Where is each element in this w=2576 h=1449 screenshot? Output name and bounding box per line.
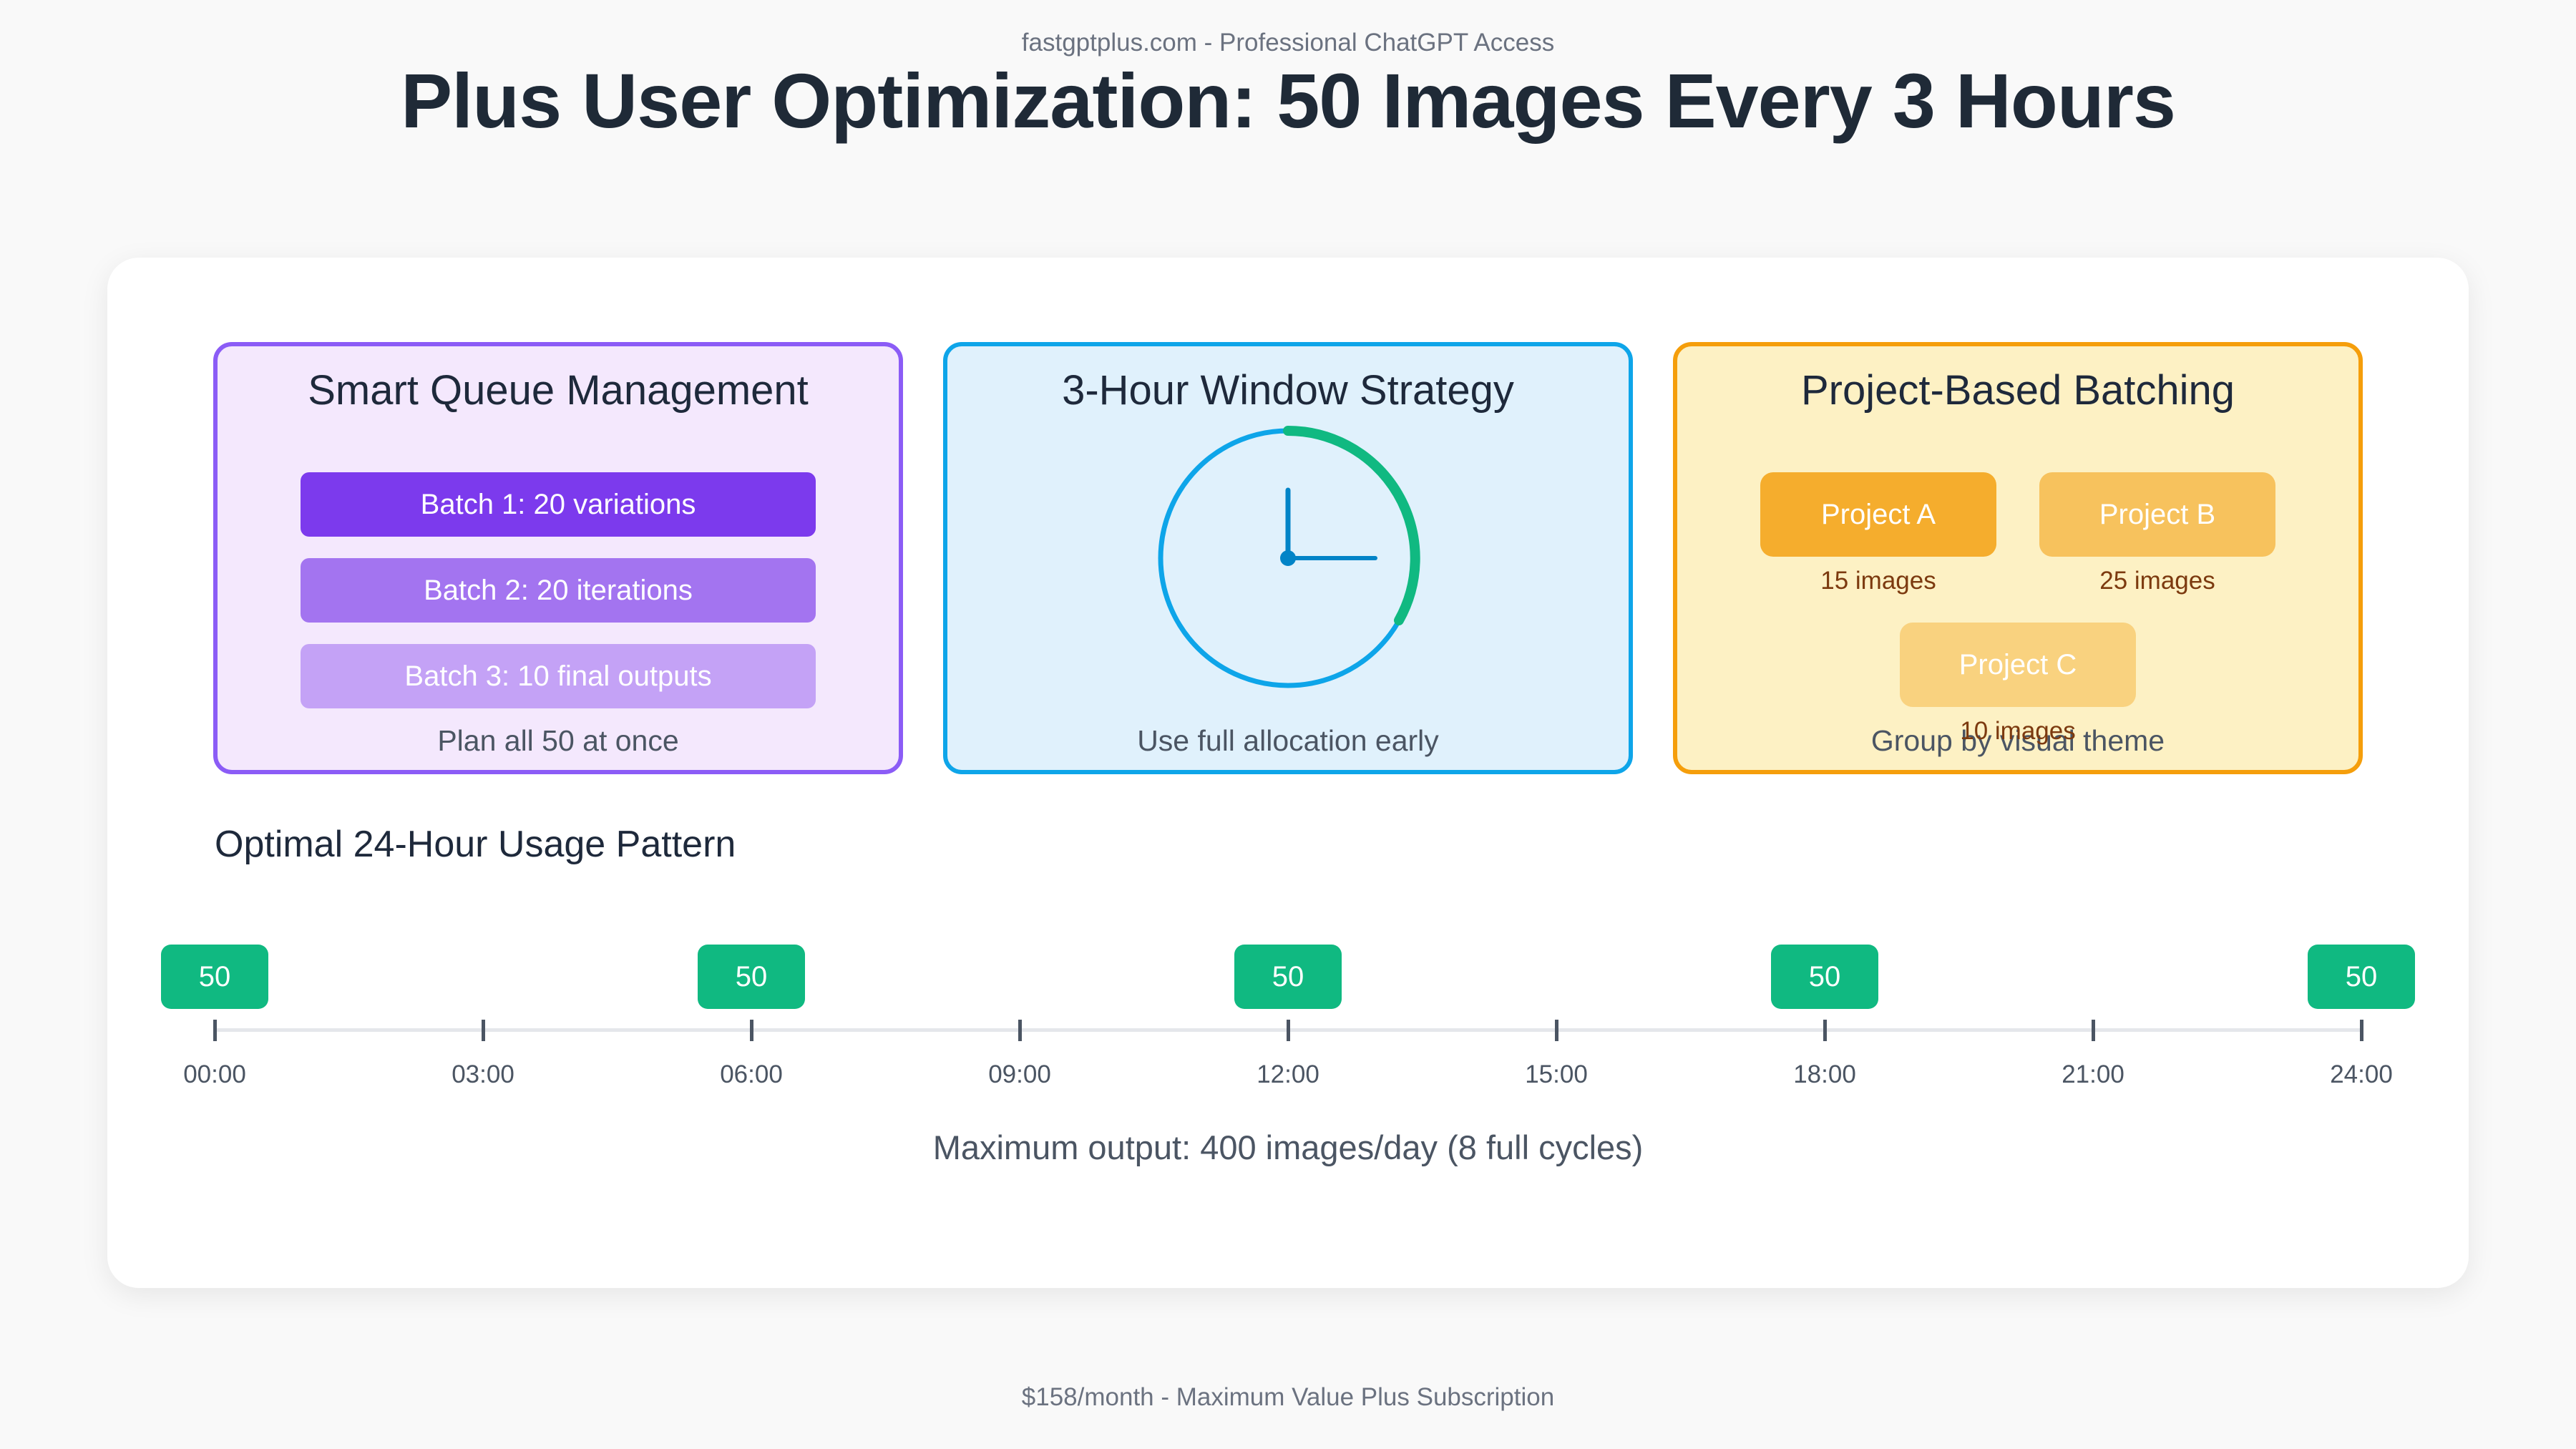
timeline-tick — [1286, 1020, 1290, 1041]
panel-title: Smart Queue Management — [308, 367, 809, 414]
panel-subtitle: Plan all 50 at once — [437, 724, 679, 757]
timeline-tick-label: 15:00 — [1525, 1060, 1588, 1088]
clock-icon — [1158, 426, 1420, 688]
project-a: Project A — [1760, 472, 1996, 557]
timeline-tick-label: 18:00 — [1793, 1060, 1856, 1088]
summary-text: Maximum output: 400 images/day (8 full c… — [932, 1128, 1644, 1166]
timeline-tick — [481, 1020, 485, 1041]
timeline-tick — [2359, 1020, 2363, 1041]
timeline-tick — [749, 1020, 753, 1041]
page-title: Plus User Optimization: 50 Images Every … — [401, 57, 2176, 144]
footer-caption: $158/month - Maximum Value Plus Subscrip… — [1021, 1383, 1555, 1411]
batch-3: Batch 3: 10 final outputs — [301, 644, 816, 708]
timeline-tick-label: 12:00 — [1257, 1060, 1319, 1088]
project-b-count: 25 images — [2099, 567, 2215, 595]
usage-pill: 50 — [161, 945, 268, 1009]
panel-title: 3-Hour Window Strategy — [1062, 367, 1514, 414]
timeline-tick-label: 06:00 — [720, 1060, 783, 1088]
batch-1: Batch 1: 20 variations — [301, 472, 816, 537]
timeline-tick-label: 09:00 — [988, 1060, 1051, 1088]
usage-pill: 50 — [698, 945, 805, 1009]
timeline-tick-label: 24:00 — [2330, 1060, 2393, 1088]
timeline-tick-label: 00:00 — [183, 1060, 246, 1088]
panel-title: Project-Based Batching — [1800, 367, 2235, 414]
panel-subtitle: Use full allocation early — [1137, 724, 1439, 757]
project-c-count: 10 images — [1960, 717, 2076, 745]
timeline-tick — [1823, 1020, 1827, 1041]
usage-pill: 50 — [2308, 945, 2415, 1009]
usage-pill: 50 — [1771, 945, 1878, 1009]
timeline-tick — [1554, 1020, 1558, 1041]
project-b: Project B — [2039, 472, 2275, 557]
timeline-tick — [1018, 1020, 1022, 1041]
usage-pill: 50 — [1234, 945, 1342, 1009]
timeline-tick — [2091, 1020, 2095, 1041]
site-caption: fastgptplus.com - Professional ChatGPT A… — [1021, 29, 1555, 57]
timeline-tick-label: 03:00 — [452, 1060, 514, 1088]
timeline-tick-label: 21:00 — [2062, 1060, 2124, 1088]
timeline-tick — [213, 1020, 217, 1041]
batch-2: Batch 2: 20 iterations — [301, 558, 816, 623]
timeline-title: Optimal 24-Hour Usage Pattern — [215, 824, 736, 865]
project-a-count: 15 images — [1820, 567, 1936, 595]
project-c: Project C — [1900, 623, 2136, 707]
